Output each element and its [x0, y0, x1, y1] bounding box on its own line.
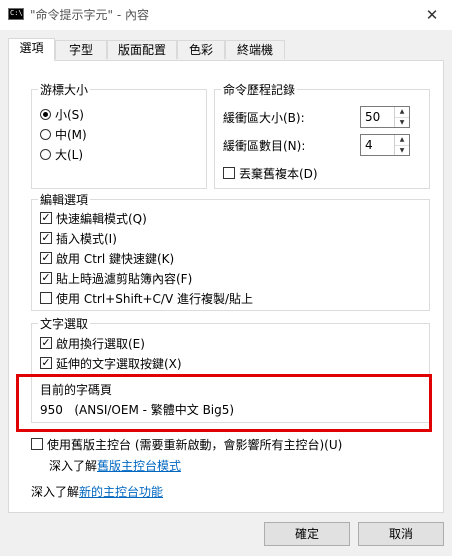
edit-options-group: 編輯選項 ✓ 快速編輯模式(Q) ✓ 插入模式(I) ✓ 啟用 Ctrl 鍵快速… [31, 191, 430, 311]
buffer-count-stepper[interactable]: 4 ▲ ▼ [360, 134, 410, 156]
ctrl-shift-copy-label: 使用 Ctrl+Shift+C/V 進行複製/貼上 [56, 291, 254, 306]
buffer-size-stepper[interactable]: 50 ▲ ▼ [360, 106, 410, 128]
radio-small[interactable] [40, 108, 51, 120]
command-prompt-icon: C:\ [8, 8, 24, 20]
tab-options[interactable]: 選項 [8, 38, 55, 61]
radio-large[interactable] [40, 148, 51, 160]
command-history-title: 命令歷程記錄 [221, 81, 298, 98]
quick-edit-checkbox[interactable]: ✓ [40, 212, 52, 224]
ctrl-shift-copy-checkbox[interactable] [40, 292, 52, 304]
discard-duplicates-checkbox[interactable] [223, 167, 235, 179]
cursor-small-label: 小(S) [55, 107, 84, 122]
buffer-count-label: 緩衝區數目(N): [223, 138, 306, 153]
line-wrap-label: 啟用換行選取(E) [56, 336, 145, 351]
discard-duplicates-label: 丟棄舊複本(D) [239, 166, 318, 181]
cancel-button[interactable]: 取消 [358, 522, 444, 546]
cursor-size-title: 游標大小 [38, 81, 91, 98]
filter-paste-label: 貼上時過濾剪貼簿內容(F) [56, 271, 193, 286]
tab-layout[interactable]: 版面配置 [107, 40, 177, 59]
new-features-link[interactable]: 新的主控台功能 [79, 483, 163, 500]
legacy-learn-prefix: 深入了解 [49, 458, 98, 473]
ctrl-shift-copy-option[interactable]: 使用 Ctrl+Shift+C/V 進行複製/貼上 [40, 289, 253, 307]
line-wrap-option[interactable]: ✓ 啟用換行選取(E) [40, 334, 145, 352]
command-history-group: 命令歷程記錄 緩衝區大小(B): 50 ▲ ▼ 緩衝區數目(N): 4 ▲ ▼ … [214, 81, 430, 189]
radio-medium[interactable] [40, 128, 51, 140]
extended-keys-checkbox[interactable]: ✓ [40, 357, 52, 369]
cursor-medium-label: 中(M) [55, 127, 87, 142]
cursor-size-group: 游標大小 小(S) 中(M) 大(L) [31, 81, 207, 189]
line-wrap-checkbox[interactable]: ✓ [40, 337, 52, 349]
cursor-medium-option[interactable]: 中(M) [40, 125, 87, 143]
legacy-console-option[interactable]: 使用舊版主控台 (需要重新啟動，會影響所有主控台)(U) [31, 435, 342, 453]
ctrl-shortcuts-option[interactable]: ✓ 啟用 Ctrl 鍵快速鍵(K) [40, 249, 174, 267]
legacy-console-label: 使用舊版主控台 (需要重新啟動，會影響所有主控台)(U) [47, 437, 343, 452]
ctrl-shortcuts-checkbox[interactable]: ✓ [40, 252, 52, 264]
insert-mode-label: 插入模式(I) [56, 231, 117, 246]
buffer-count-spin: ▲ ▼ [394, 135, 409, 155]
close-button[interactable]: ✕ [412, 0, 452, 30]
buffer-size-value[interactable]: 50 [365, 110, 380, 124]
title-bar: C:\ "命令提示字元" - 內容 ✕ [0, 0, 452, 30]
new-features-prefix: 深入了解 [31, 484, 80, 499]
codepage-highlight-annotation [16, 374, 432, 432]
insert-mode-option[interactable]: ✓ 插入模式(I) [40, 229, 117, 247]
spin-down-icon[interactable]: ▼ [395, 117, 409, 128]
discard-duplicates-option[interactable]: 丟棄舊複本(D) [223, 164, 318, 182]
buffer-size-spin: ▲ ▼ [394, 107, 409, 127]
new-features-learn-more: 深入了解 新的主控台功能 [31, 482, 163, 500]
spin-down-icon[interactable]: ▼ [395, 145, 409, 156]
filter-paste-option[interactable]: ✓ 貼上時過濾剪貼簿內容(F) [40, 269, 192, 287]
buffer-count-value[interactable]: 4 [365, 138, 373, 152]
tab-colors[interactable]: 色彩 [177, 40, 225, 59]
buffer-size-label: 緩衝區大小(B): [223, 110, 305, 125]
insert-mode-checkbox[interactable]: ✓ [40, 232, 52, 244]
quick-edit-option[interactable]: ✓ 快速編輯模式(Q) [40, 209, 147, 227]
legacy-console-link[interactable]: 舊版主控台模式 [97, 457, 181, 474]
ok-button[interactable]: 確定 [264, 522, 350, 546]
options-panel: 游標大小 小(S) 中(M) 大(L) 命令歷程記錄 緩衝區大小(B): 50 … [8, 60, 444, 513]
legacy-learn-more: 深入了解 舊版主控台模式 [49, 456, 181, 474]
tab-terminal[interactable]: 終端機 [225, 40, 285, 59]
quick-edit-label: 快速編輯模式(Q) [56, 211, 147, 226]
window-title: "命令提示字元" - 內容 [30, 8, 149, 22]
ctrl-shortcuts-label: 啟用 Ctrl 鍵快速鍵(K) [56, 251, 175, 266]
tab-font[interactable]: 字型 [55, 40, 107, 59]
extended-keys-label: 延伸的文字選取按鍵(X) [56, 356, 182, 371]
extended-keys-option[interactable]: ✓ 延伸的文字選取按鍵(X) [40, 354, 182, 372]
cursor-small-option[interactable]: 小(S) [40, 105, 84, 123]
spin-up-icon[interactable]: ▲ [395, 135, 409, 145]
cursor-large-option[interactable]: 大(L) [40, 145, 83, 163]
edit-options-title: 編輯選項 [38, 191, 91, 208]
cursor-large-label: 大(L) [55, 147, 84, 162]
legacy-console-checkbox[interactable] [31, 438, 43, 450]
text-selection-title: 文字選取 [38, 315, 91, 332]
spin-up-icon[interactable]: ▲ [395, 107, 409, 117]
filter-paste-checkbox[interactable]: ✓ [40, 272, 52, 284]
